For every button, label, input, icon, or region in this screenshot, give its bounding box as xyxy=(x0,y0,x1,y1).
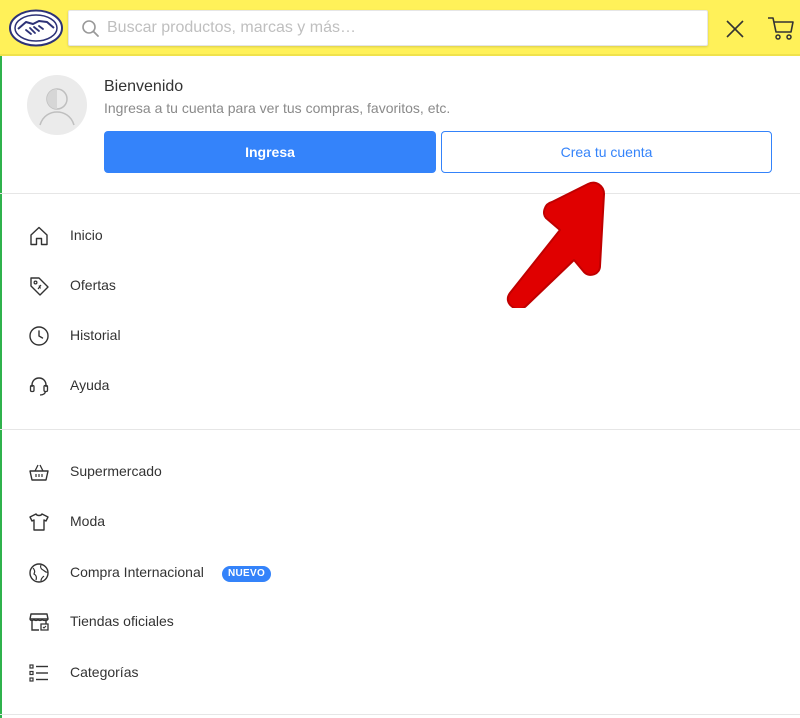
menu-item-tiendas-oficiales[interactable]: Tiendas oficiales xyxy=(0,600,800,644)
list-icon xyxy=(27,661,51,685)
menu-label: Supermercado xyxy=(70,463,162,479)
login-button[interactable]: Ingresa xyxy=(104,131,436,173)
menu-item-ofertas[interactable]: Ofertas xyxy=(0,264,800,308)
basket-icon xyxy=(27,460,51,484)
shirt-icon xyxy=(27,510,51,534)
menu-label: Inicio xyxy=(70,227,103,243)
store-icon xyxy=(27,610,51,634)
menu-item-supermercado[interactable]: Supermercado xyxy=(0,450,800,494)
search-bar xyxy=(68,10,708,46)
menu-label: Compra Internacional xyxy=(70,564,204,580)
cart-icon[interactable] xyxy=(766,14,796,42)
headset-icon xyxy=(27,374,51,398)
menu-label: Ayuda xyxy=(70,377,110,393)
menu-item-compra-internacional[interactable]: Compra Internacional NUEVO xyxy=(0,551,800,595)
menu-item-moda[interactable]: Moda xyxy=(0,500,800,544)
avatar xyxy=(27,75,87,135)
clock-icon xyxy=(27,324,51,348)
create-account-button[interactable]: Crea tu cuenta xyxy=(441,131,772,173)
header-border xyxy=(0,54,800,56)
close-icon[interactable] xyxy=(722,16,748,42)
menu-label: Tiendas oficiales xyxy=(70,613,174,629)
search-input[interactable] xyxy=(107,11,697,45)
handshake-logo[interactable] xyxy=(9,9,63,47)
menu-label: Categorías xyxy=(70,664,139,680)
tag-icon xyxy=(27,274,51,298)
divider xyxy=(0,193,800,194)
menu-item-ayuda[interactable]: Ayuda xyxy=(0,364,800,408)
divider xyxy=(0,429,800,430)
welcome-title: Bienvenido xyxy=(104,78,184,95)
search-icon[interactable] xyxy=(81,19,101,39)
top-navbar xyxy=(0,0,800,56)
menu-item-inicio[interactable]: Inicio xyxy=(0,214,800,258)
menu-label: Moda xyxy=(70,513,106,529)
new-badge: NUEVO xyxy=(222,566,272,582)
menu-label: Historial xyxy=(70,327,121,343)
welcome-subtitle: Ingresa a tu cuenta para ver tus compras… xyxy=(104,100,451,116)
menu-item-categorias[interactable]: Categorías xyxy=(0,651,800,695)
globe-icon xyxy=(27,561,51,585)
menu-item-historial[interactable]: Historial xyxy=(0,314,800,358)
divider xyxy=(0,714,800,715)
menu-label: Ofertas xyxy=(70,277,116,293)
home-icon xyxy=(27,224,51,248)
